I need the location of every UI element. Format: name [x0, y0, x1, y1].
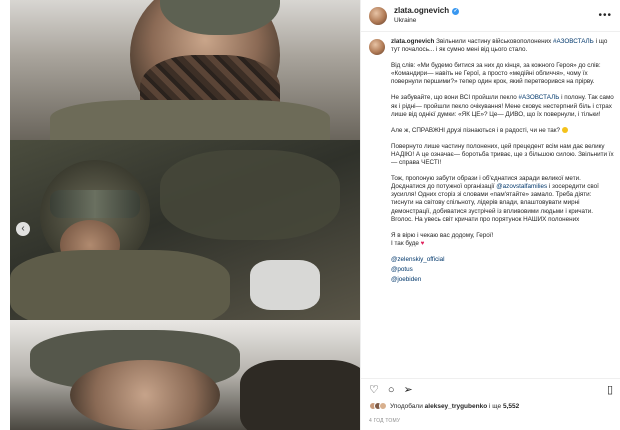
liker-avatar	[379, 402, 387, 410]
caption-paragraph: Але ж, СПРАВЖНІ друзі пізнаються і в рад…	[391, 126, 561, 134]
photo-panel-top	[10, 0, 360, 140]
avatar[interactable]	[369, 6, 387, 25]
smile-emoji-icon	[561, 126, 568, 133]
bookmark-icon[interactable]: ▯	[607, 384, 613, 396]
likes-count[interactable]: 5,552	[503, 403, 519, 410]
caption-paragraph: Не забувайте, що вони ВСІ пройшли пекло	[391, 94, 517, 102]
mention-link[interactable]: @zelenskiy_official	[391, 256, 615, 264]
author-username[interactable]: zlata.ognevich	[394, 6, 449, 16]
photo-panel-middle	[10, 140, 360, 320]
likes-summary: Уподобали aleksey_trygubenko і ще 5,552	[369, 402, 519, 410]
mention-link[interactable]: @potus	[391, 266, 615, 274]
mention-link[interactable]: @joebiden	[391, 276, 615, 284]
more-options-icon[interactable]: •••	[598, 10, 612, 21]
likes-prefix: Уподобали	[390, 402, 423, 410]
carousel-prev-button[interactable]: ‹	[16, 222, 30, 236]
photo-panel-bottom	[10, 320, 360, 430]
caption-paragraph: Повернуто лише частину полонених, цей пр…	[391, 142, 614, 167]
heart-emoji-icon: ♥	[420, 239, 425, 247]
send-icon[interactable]: ➢	[404, 384, 413, 396]
likes-middle: і ще	[489, 402, 502, 410]
caption-paragraph: І так буде	[391, 239, 419, 247]
mention-link[interactable]: @azovstalfamilies	[496, 183, 547, 190]
mentions-list: @zelenskiy_official @potus @joebiden	[391, 256, 615, 284]
caption-intro: Звільнили частину військовополонених	[436, 38, 552, 45]
post-caption: zlata.ognevich Звільнили частину військо…	[369, 38, 615, 374]
chevron-left-icon: ‹	[21, 223, 25, 234]
hashtag-link[interactable]: #АЗОВСТАЛЬ	[519, 94, 560, 101]
comment-icon[interactable]: ○	[388, 384, 395, 396]
post-actions: ♡ ○ ➢ ▯	[361, 378, 620, 396]
author-info: zlata.ognevich ✓ Ukraine	[394, 6, 460, 24]
post-image[interactable]: ‹	[10, 0, 360, 430]
hashtag-link[interactable]: #АЗОВСТАЛЬ	[553, 38, 594, 45]
caption-username[interactable]: zlata.ognevich	[391, 38, 434, 45]
post-timestamp[interactable]: 4 ГОД ТОМУ	[369, 418, 400, 424]
liker-username[interactable]: aleksey_trygubenko	[425, 403, 488, 410]
caption-paragraph: Я в вірю і чекаю вас додому, Герої!	[391, 231, 494, 239]
post-header: zlata.ognevich ✓ Ukraine •••	[361, 0, 620, 32]
post-location[interactable]: Ukraine	[394, 17, 459, 24]
caption-paragraph: Від слів: «Ми будемо битися за них до кі…	[391, 62, 601, 86]
caption-avatar[interactable]	[369, 39, 385, 55]
post-sidebar: zlata.ognevich ✓ Ukraine ••• zlata.ognev…	[360, 0, 620, 430]
heart-outline-icon[interactable]: ♡	[369, 384, 379, 396]
instagram-post: ‹ zlata.ognevich ✓ Ukraine ••• zlata.ogn…	[0, 0, 620, 430]
verified-badge-icon: ✓	[452, 7, 460, 15]
